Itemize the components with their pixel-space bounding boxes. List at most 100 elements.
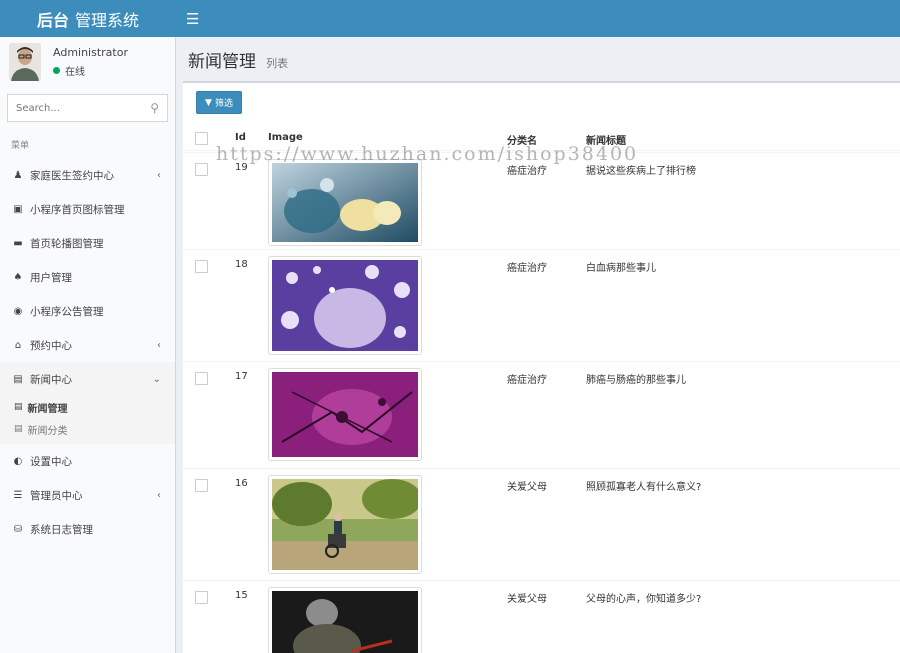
row-category: 癌症治疗 — [507, 263, 547, 274]
sidebar-subitem-news-category[interactable]: ▤ 新闻分类 — [0, 418, 175, 440]
filter-button-label: 筛选 — [214, 99, 233, 109]
search-icon[interactable]: ⚲ — [150, 101, 159, 115]
credit-card-icon: ▬ — [13, 237, 23, 249]
sidebar-item-news-center[interactable]: ▤ 新闻中心 ⌄ — [0, 362, 175, 396]
user-status: 在线 — [53, 63, 128, 78]
row-id: 19 — [235, 162, 248, 173]
filter-icon: ▼ — [205, 97, 212, 108]
sidebar-item-admin-center[interactable]: ☰ 管理员中心 ‹ — [0, 478, 175, 512]
bar-chart-icon: ▤ — [13, 373, 23, 385]
chevron-left-icon: ‹ — [157, 489, 161, 501]
sidebar-item-system-log[interactable]: ⛁ 系统日志管理 — [0, 512, 175, 546]
row-title: 肺癌与肠癌的那些事儿 — [586, 375, 686, 386]
row-checkbox[interactable] — [195, 163, 208, 176]
sidebar-subitem-news-manage[interactable]: ▤ 新闻管理 — [0, 396, 175, 418]
toggle-icon: ◐ — [13, 455, 23, 467]
bar-chart-icon: ▤ — [14, 402, 23, 412]
users-icon: ♠ — [13, 271, 23, 283]
page-subtitle: 列表 — [266, 57, 289, 70]
sidebar-subitem-label: 新闻分类 — [27, 425, 68, 437]
row-category: 癌症治疗 — [507, 375, 547, 386]
news-thumbnail[interactable] — [268, 159, 422, 246]
row-title: 据说这些疾病上了排行榜 — [586, 166, 696, 177]
row-id: 17 — [235, 371, 248, 382]
row-title: 白血病那些事儿 — [586, 263, 656, 274]
filter-button[interactable]: ▼ 筛选 — [196, 91, 242, 114]
search-input[interactable] — [16, 102, 151, 114]
chevron-left-icon: ‹ — [157, 339, 161, 351]
logo-bold: 后台 — [36, 10, 69, 30]
sidebar-item-appointment[interactable]: ⌂ 预约中心 ‹ — [0, 328, 175, 362]
table-row: 19 癌症治疗 据说这些疾病上了排行榜 — [183, 152, 900, 249]
sidebar-search: ⚲ — [7, 94, 168, 122]
row-id: 15 — [235, 590, 248, 601]
table-row: 18 癌症治疗 白血病那些事儿 — [183, 249, 900, 361]
sidebar-item-banner-manage[interactable]: ▬ 首页轮播图管理 — [0, 226, 175, 260]
sidebar-item-label: 预约中心 — [30, 339, 72, 352]
chevron-down-icon: ⌄ — [152, 373, 161, 385]
row-id: 16 — [235, 478, 248, 489]
sidebar-subitem-label: 新闻管理 — [27, 403, 68, 415]
user-status-label: 在线 — [65, 66, 85, 78]
avatar — [9, 42, 41, 81]
sidebar: Administrator 在线 ⚲ 菜单 ♟ 家庭医生签约中心 ‹ ▣ 小程序… — [0, 37, 176, 653]
user-plus-icon: ♟ — [13, 169, 23, 181]
column-header-category: 分类名 — [507, 136, 537, 147]
sidebar-toggle-button[interactable]: ☰ — [186, 10, 199, 28]
select-all-checkbox[interactable] — [195, 132, 208, 145]
content-header: 新闻管理 列表 — [176, 37, 900, 80]
news-submenu: ▤ 新闻管理 ▤ 新闻分类 — [0, 396, 175, 444]
news-thumbnail[interactable] — [268, 475, 422, 574]
row-title: 照顾孤寡老人有什么意义? — [586, 482, 702, 493]
page-title: 新闻管理 — [188, 52, 256, 72]
sidebar-item-settings[interactable]: ◐ 设置中心 — [0, 444, 175, 478]
archive-icon: ▣ — [13, 203, 23, 215]
row-id: 18 — [235, 259, 248, 270]
menu-header: 菜单 — [11, 141, 30, 151]
user-panel: Administrator 在线 — [0, 37, 175, 86]
sidebar-item-notice-manage[interactable]: ◉ 小程序公告管理 — [0, 294, 175, 328]
row-checkbox[interactable] — [195, 260, 208, 273]
sidebar-item-label: 设置中心 — [30, 455, 72, 468]
sidebar-item-label: 小程序首页图标管理 — [30, 203, 125, 216]
row-category: 关爱父母 — [507, 594, 547, 605]
bank-icon: ⌂ — [14, 339, 22, 351]
logo-rest: 管理系统 — [75, 10, 140, 30]
table-row: 17 癌症治疗 肺癌与肠癌的那些事儿 — [183, 361, 900, 468]
sidebar-item-label: 首页轮播图管理 — [30, 237, 104, 250]
sidebar-item-icon-manage[interactable]: ▣ 小程序首页图标管理 — [0, 192, 175, 226]
sidebar-item-label: 家庭医生签约中心 — [30, 169, 114, 182]
user-name: Administrator — [53, 45, 128, 59]
sidebar-item-user-manage[interactable]: ♠ 用户管理 — [0, 260, 175, 294]
row-category: 癌症治疗 — [507, 166, 547, 177]
row-title: 父母的心声，你知道多少? — [586, 594, 702, 605]
row-checkbox[interactable] — [195, 372, 208, 385]
hamburger-icon: ☰ — [186, 9, 200, 28]
chevron-left-icon: ‹ — [157, 169, 161, 181]
news-list-box: ▼ 筛选 Id Image 分类名 新闻标题 19 癌症治疗 据说这些疾病上了排… — [183, 81, 900, 653]
row-checkbox[interactable] — [195, 591, 208, 604]
table-row: 15 关爱父母 父母的心声，你知道多少? — [183, 580, 900, 653]
column-header-id[interactable]: Id — [235, 132, 246, 143]
bar-chart-icon: ▤ — [14, 424, 23, 434]
logo[interactable]: 后台 管理系统 — [0, 0, 176, 37]
row-category: 关爱父母 — [507, 482, 547, 493]
news-thumbnail[interactable] — [268, 256, 422, 355]
dot-circle-icon: ◉ — [13, 305, 23, 317]
list-icon: ☰ — [13, 489, 23, 501]
news-thumbnail[interactable] — [268, 368, 422, 461]
database-icon: ⛁ — [13, 523, 23, 535]
sidebar-item-label: 系统日志管理 — [30, 523, 93, 536]
table-header: Id Image 分类名 新闻标题 — [183, 127, 900, 151]
row-checkbox[interactable] — [195, 479, 208, 492]
column-header-image: Image — [268, 132, 303, 143]
top-navbar: 后台 管理系统 ☰ — [0, 0, 900, 37]
sidebar-item-family-doctor[interactable]: ♟ 家庭医生签约中心 ‹ — [0, 158, 175, 192]
sidebar-item-label: 管理员中心 — [30, 489, 83, 502]
sidebar-item-label: 用户管理 — [30, 271, 72, 284]
column-header-title: 新闻标题 — [586, 136, 626, 147]
sidebar-item-label: 小程序公告管理 — [30, 305, 104, 318]
table-row: 16 关爱父母 照顾孤寡老人有什么意义? — [183, 468, 900, 580]
news-thumbnail[interactable] — [268, 587, 422, 653]
sidebar-item-label: 新闻中心 — [30, 373, 72, 386]
